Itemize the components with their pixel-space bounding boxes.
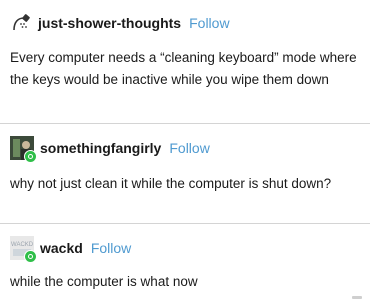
post-username[interactable]: just-shower-thoughts <box>38 15 181 31</box>
badge-icon <box>24 150 37 163</box>
badge-icon <box>24 250 37 263</box>
shower-head-icon[interactable] <box>10 12 32 34</box>
post-text: while the computer is what now <box>10 274 198 289</box>
follow-button[interactable]: Follow <box>189 15 229 31</box>
divider <box>0 123 370 124</box>
post-header-2: somethingfangirly Follow <box>10 136 210 163</box>
post-username[interactable]: wackd <box>40 240 83 256</box>
corner-mark <box>352 296 362 299</box>
user-avatar-icon[interactable] <box>10 136 37 163</box>
follow-button[interactable]: Follow <box>169 140 209 156</box>
post-text: why not just clean it while the computer… <box>10 176 332 191</box>
divider <box>0 223 370 224</box>
post-text: Every computer needs a “cleaning keyboar… <box>10 50 357 87</box>
follow-button[interactable]: Follow <box>91 240 131 256</box>
post-username[interactable]: somethingfangirly <box>40 140 161 156</box>
avatar-wordmark: WACKD <box>11 242 34 248</box>
post-header-1: just-shower-thoughts Follow <box>10 12 230 34</box>
user-avatar-icon[interactable]: WACKD <box>10 236 37 263</box>
post-header-3: WACKD wackd Follow <box>10 236 131 263</box>
